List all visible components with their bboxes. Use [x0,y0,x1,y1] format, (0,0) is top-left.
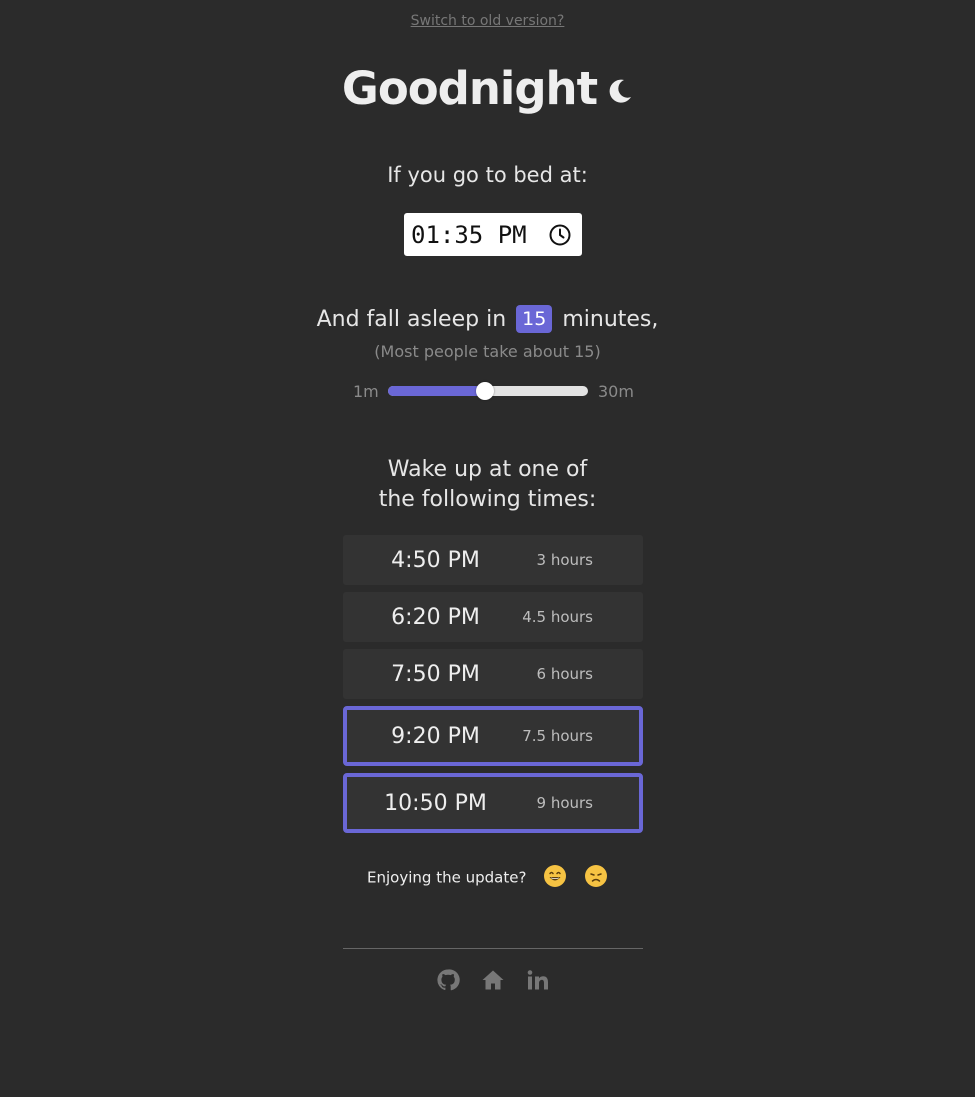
sleep-duration: 7.5 hours [522,727,593,745]
wake-heading-line1: Wake up at one of [387,457,588,482]
wake-heading: Wake up at one of the following times: [0,455,975,515]
wake-time-option[interactable]: 4:50 PM 3 hours [343,535,643,585]
wake-time: 10:50 PM [384,790,487,816]
bedtime-value[interactable]: 01:35 PM [411,221,527,249]
feedback-question: Enjoying the update? [367,868,527,887]
wake-time: 9:20 PM [391,723,480,749]
clock-icon[interactable] [548,223,572,253]
sleep-duration: 4.5 hours [522,608,593,626]
sleep-duration: 9 hours [536,794,593,812]
wake-times-list: 4:50 PM 3 hours 6:20 PM 4.5 hours 7:50 P… [343,535,643,840]
footer-divider [343,948,643,949]
github-icon[interactable] [436,968,460,992]
slider-thumb[interactable] [475,382,494,400]
slider-fill [388,386,485,396]
smile-emoji-icon[interactable] [543,864,567,892]
minutes-slider[interactable] [388,382,588,400]
moon-icon [607,62,633,115]
wake-time: 4:50 PM [391,547,480,573]
footer-links [436,968,556,992]
home-icon[interactable] [481,968,505,992]
page-title: Goodnight [0,62,975,119]
fall-asleep-line: And fall asleep in 15 minutes, [0,305,975,334]
fall-asleep-prefix: And fall asleep in [316,307,507,332]
slider-max-label: 30m [598,382,634,401]
sleep-duration: 6 hours [536,665,593,683]
sleep-duration: 3 hours [536,551,593,569]
minutes-badge: 15 [516,305,553,333]
wake-time-option[interactable]: 7:50 PM 6 hours [343,649,643,699]
switch-old-version-link[interactable]: Switch to old version? [0,13,975,29]
wake-time-option[interactable]: 6:20 PM 4.5 hours [343,592,643,642]
wake-time-option-recommended[interactable]: 10:50 PM 9 hours [343,773,643,833]
sleep-hint: (Most people take about 15) [374,342,601,361]
wake-time: 6:20 PM [391,604,480,630]
feedback-prompt: Enjoying the update? [0,864,975,892]
fall-asleep-suffix: minutes, [562,307,659,332]
disappointed-emoji-icon[interactable] [584,864,608,892]
linkedin-icon[interactable] [526,968,550,992]
bedtime-label: If you go to bed at: [387,163,588,187]
slider-min-label: 1m [353,382,379,401]
wake-time: 7:50 PM [391,661,480,687]
wake-time-option-recommended[interactable]: 9:20 PM 7.5 hours [343,706,643,766]
wake-heading-line2: the following times: [378,487,597,512]
title-text: Goodnight [341,62,598,115]
bedtime-time-input[interactable]: 01:35 PM [404,213,582,256]
